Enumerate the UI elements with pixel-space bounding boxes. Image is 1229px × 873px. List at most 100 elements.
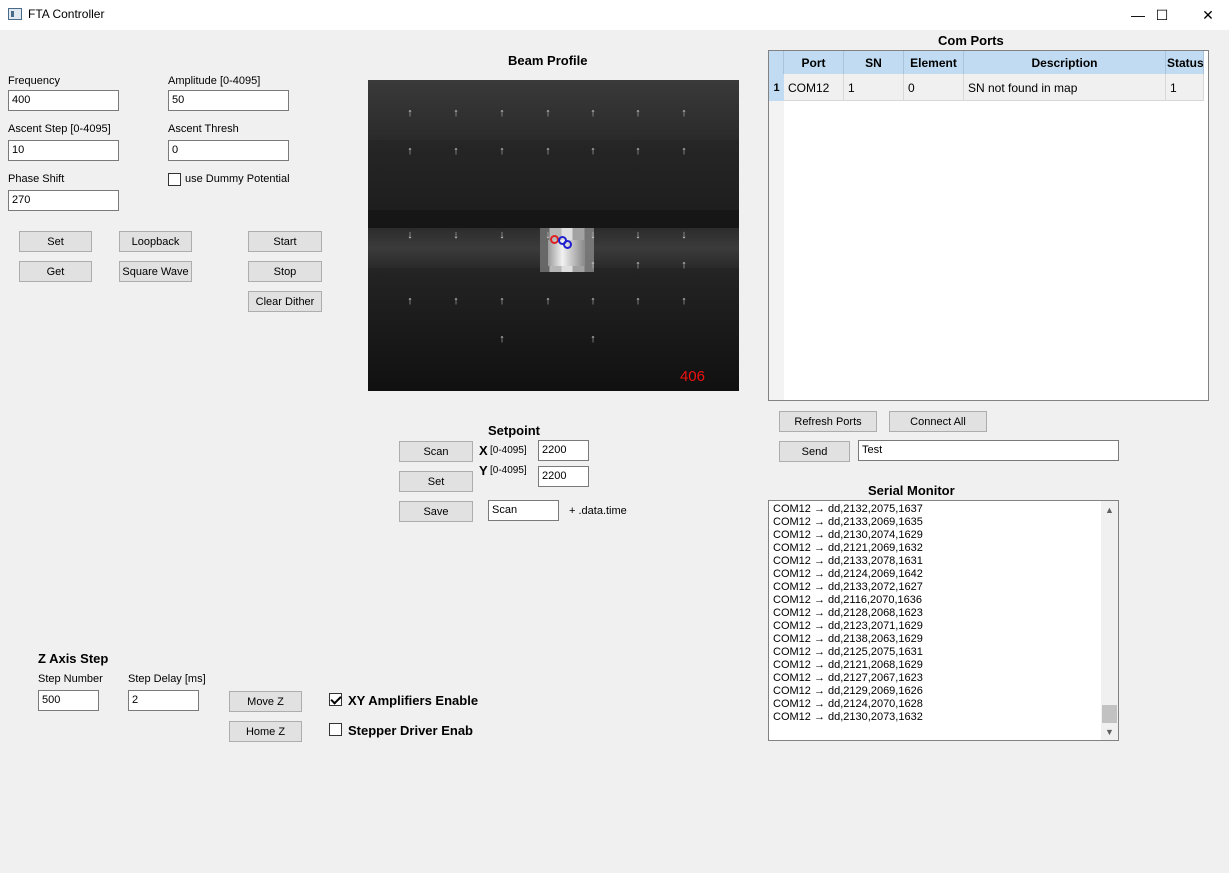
table-cell-status[interactable]: 1 bbox=[1166, 74, 1204, 101]
filename-input[interactable]: Scan bbox=[488, 500, 559, 521]
arrow-down-icon: ↓ bbox=[635, 229, 641, 241]
y-label: Y bbox=[479, 463, 488, 478]
column-header-port[interactable]: Port bbox=[784, 51, 844, 74]
table-cell-element[interactable]: 0 bbox=[904, 74, 964, 101]
amplitude-label: Amplitude [0-4095] bbox=[168, 75, 261, 87]
maximize-button[interactable]: ☐ bbox=[1139, 0, 1185, 30]
home-z-button[interactable]: Home Z bbox=[229, 721, 302, 742]
serial-log-line: COM12 → dd,2128,2068,1623 bbox=[773, 607, 923, 619]
arrow-up-icon: ↑ bbox=[407, 295, 413, 307]
refresh-ports-button[interactable]: Refresh Ports bbox=[779, 411, 877, 432]
z-axis-title: Z Axis Step bbox=[38, 651, 109, 666]
stop-button[interactable]: Stop bbox=[248, 261, 322, 282]
connect-all-button[interactable]: Connect All bbox=[889, 411, 987, 432]
x-range-label: [0-4095] bbox=[490, 445, 527, 456]
corner-header bbox=[769, 51, 784, 74]
row-header[interactable]: 1 bbox=[769, 74, 784, 101]
set-button[interactable]: Set bbox=[19, 231, 92, 252]
setpoint-set-button[interactable]: Set bbox=[399, 471, 473, 492]
table-cell-description[interactable]: SN not found in map bbox=[964, 74, 1166, 101]
serial-log-line: COM12 → dd,2133,2072,1627 bbox=[773, 581, 923, 593]
save-button[interactable]: Save bbox=[399, 501, 473, 522]
serial-log-line: COM12 → dd,2133,2078,1631 bbox=[773, 555, 923, 567]
column-header-element[interactable]: Element bbox=[904, 51, 964, 74]
y-range-label: [0-4095] bbox=[490, 465, 527, 476]
loopback-button[interactable]: Loopback bbox=[119, 231, 192, 252]
serial-log-line: COM12 → dd,2125,2075,1631 bbox=[773, 646, 923, 658]
scan-button[interactable]: Scan bbox=[399, 441, 473, 462]
step-number-input[interactable]: 500 bbox=[38, 690, 99, 711]
beam-count: 406 bbox=[679, 368, 705, 385]
get-button[interactable]: Get bbox=[19, 261, 92, 282]
arrow-up-icon: ↑ bbox=[635, 295, 641, 307]
xy-amplifiers-checkbox[interactable] bbox=[329, 693, 342, 706]
frequency-input[interactable]: 400 bbox=[8, 90, 119, 111]
beam-profile-title: Beam Profile bbox=[508, 53, 588, 68]
ascent-step-input[interactable]: 10 bbox=[8, 140, 119, 161]
serial-log-line: COM12 → dd,2124,2069,1642 bbox=[773, 568, 923, 580]
close-button[interactable]: ✕ bbox=[1185, 0, 1229, 30]
column-header-sn[interactable]: SN bbox=[844, 51, 904, 74]
send-input[interactable]: Test bbox=[858, 440, 1119, 461]
x-label: X bbox=[479, 443, 488, 458]
serial-monitor-log: COM12 → dd,2132,2075,1637 COM12 → dd,2133… bbox=[773, 503, 1103, 724]
x-setpoint-input[interactable]: 2200 bbox=[538, 440, 589, 461]
position-marker-icon bbox=[563, 240, 572, 249]
arrow-up-icon: ↑ bbox=[499, 107, 505, 119]
serial-log-line: COM12 → dd,2130,2073,1632 bbox=[773, 711, 923, 723]
arrow-up-icon: ↑ bbox=[681, 145, 687, 157]
arrow-up-icon: ↑ bbox=[590, 333, 596, 345]
serial-monitor[interactable]: COM12 → dd,2132,2075,1637 COM12 → dd,2133… bbox=[768, 500, 1119, 741]
y-setpoint-input[interactable]: 2200 bbox=[538, 466, 589, 487]
com-ports-title: Com Ports bbox=[938, 33, 1004, 48]
arrow-up-icon: ↑ bbox=[453, 107, 459, 119]
arrow-up-icon: ↑ bbox=[407, 145, 413, 157]
serial-monitor-scrollbar[interactable]: ▲ ▼ bbox=[1101, 501, 1118, 740]
title-bar: FTA Controller — ☐ ✕ bbox=[0, 0, 1229, 30]
clear-dither-button[interactable]: Clear Dither bbox=[248, 291, 322, 312]
arrow-down-icon: ↓ bbox=[590, 229, 596, 241]
serial-log-line: COM12 → dd,2132,2075,1637 bbox=[773, 503, 923, 515]
amplitude-input[interactable]: 50 bbox=[168, 90, 289, 111]
row-header-gutter bbox=[769, 101, 784, 400]
arrow-up-icon: ↑ bbox=[635, 107, 641, 119]
square-wave-button[interactable]: Square Wave bbox=[119, 261, 192, 282]
arrow-up-icon: ↑ bbox=[499, 145, 505, 157]
serial-log-line: COM12 → dd,2123,2071,1629 bbox=[773, 620, 923, 632]
arrow-up-icon: ↑ bbox=[545, 145, 551, 157]
serial-log-line: COM12 → dd,2121,2069,1632 bbox=[773, 542, 923, 554]
xy-amplifiers-label: XY Amplifiers Enable bbox=[348, 693, 479, 708]
move-z-button[interactable]: Move Z bbox=[229, 691, 302, 712]
arrow-up-icon: ↑ bbox=[545, 107, 551, 119]
scroll-up-icon[interactable]: ▲ bbox=[1101, 501, 1118, 518]
arrow-up-icon: ↑ bbox=[499, 333, 505, 345]
serial-monitor-title: Serial Monitor bbox=[868, 483, 955, 498]
column-header-description[interactable]: Description bbox=[964, 51, 1166, 74]
arrow-up-icon: ↑ bbox=[453, 295, 459, 307]
beam-profile-image[interactable]: ↑ ↑ ↑ ↑ ↑ ↑ ↑ ↑ ↑ ↑ ↑ ↑ ↑ ↑ ↓ ↓ ↓ ↓ ↓ ↓ ↓ ↑ ↑ ↑ ↑ ↑ ↑ ↑ ↑ ↑ ↑ ↑ ↑ 406 bbox=[368, 80, 739, 391]
stepper-driver-checkbox[interactable] bbox=[329, 723, 342, 736]
table-cell-port[interactable]: COM12 bbox=[784, 74, 844, 101]
serial-log-line: COM12 → dd,2116,2070,1636 bbox=[773, 594, 923, 606]
step-delay-input[interactable]: 2 bbox=[128, 690, 199, 711]
window-title: FTA Controller bbox=[28, 7, 105, 21]
serial-log-line: COM12 → dd,2121,2068,1629 bbox=[773, 659, 923, 671]
phase-shift-label: Phase Shift bbox=[8, 173, 65, 185]
com-ports-table[interactable]: Port SN Element Description Status 1 COM… bbox=[768, 50, 1209, 401]
arrow-up-icon: ↑ bbox=[681, 259, 687, 271]
table-cell-sn[interactable]: 1 bbox=[844, 74, 904, 101]
arrow-up-icon: ↑ bbox=[590, 145, 596, 157]
scroll-thumb[interactable] bbox=[1102, 705, 1117, 723]
scroll-down-icon[interactable]: ▼ bbox=[1101, 723, 1118, 740]
send-button[interactable]: Send bbox=[779, 441, 850, 462]
dummy-potential-checkbox[interactable] bbox=[168, 173, 181, 186]
arrow-up-icon: ↑ bbox=[590, 295, 596, 307]
start-button[interactable]: Start bbox=[248, 231, 322, 252]
arrow-up-icon: ↑ bbox=[681, 107, 687, 119]
column-header-status[interactable]: Status bbox=[1166, 51, 1204, 74]
phase-shift-input[interactable]: 270 bbox=[8, 190, 119, 211]
ascent-thresh-input[interactable]: 0 bbox=[168, 140, 289, 161]
serial-log-line: COM12 → dd,2129,2069,1626 bbox=[773, 685, 923, 697]
frequency-label: Frequency bbox=[8, 75, 60, 87]
arrow-up-icon: ↑ bbox=[407, 107, 413, 119]
